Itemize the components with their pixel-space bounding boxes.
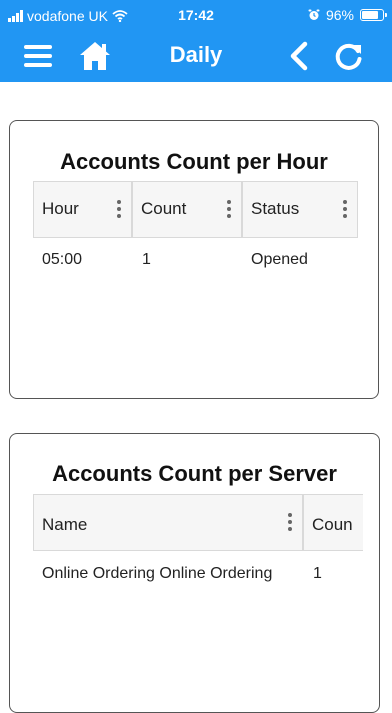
column-header-status[interactable]: Status xyxy=(243,182,358,237)
status-bar: vodafone UK 17:42 96% xyxy=(0,0,392,30)
column-header-label: Count xyxy=(141,199,187,218)
battery-percent: 96% xyxy=(325,7,354,23)
battery-icon xyxy=(360,9,387,21)
column-header-count[interactable]: Coun xyxy=(304,495,363,550)
column-menu-icon[interactable] xyxy=(343,200,347,220)
cell-hour: 05:00 xyxy=(42,251,83,268)
hour-grid-header: Hour Count Status xyxy=(33,181,358,238)
server-card-title: Accounts Count per Server xyxy=(52,461,337,486)
column-header-label: Name xyxy=(42,515,88,534)
hour-card: Accounts Count per Hour Hour Count Statu… xyxy=(9,120,379,399)
column-header-name[interactable]: Name xyxy=(33,495,304,550)
refresh-button[interactable] xyxy=(330,38,368,74)
cell-count: 1 xyxy=(313,565,322,582)
table-row[interactable]: Online Ordering Online Ordering 1 xyxy=(33,565,363,589)
column-header-label: Status xyxy=(251,199,300,218)
column-menu-icon[interactable] xyxy=(117,200,121,220)
column-header-label: Coun xyxy=(312,515,353,534)
cell-name: Online Ordering Online Ordering xyxy=(42,565,273,582)
table-row[interactable]: 05:00 1 Opened xyxy=(33,251,358,275)
server-grid-header: Name Coun xyxy=(33,494,363,551)
server-card: Accounts Count per Server Name Coun Onli… xyxy=(9,433,380,713)
back-button[interactable] xyxy=(280,38,318,74)
column-header-label: Hour xyxy=(42,199,79,218)
app-bar: Daily xyxy=(0,30,392,82)
hour-card-title: Accounts Count per Hour xyxy=(60,149,328,174)
cell-status: Opened xyxy=(251,251,308,268)
back-icon xyxy=(290,41,308,71)
status-right: 96% xyxy=(308,7,387,23)
column-header-hour[interactable]: Hour xyxy=(33,182,133,237)
column-menu-icon[interactable] xyxy=(227,200,231,220)
column-header-count[interactable]: Count xyxy=(133,182,243,237)
column-menu-icon[interactable] xyxy=(288,513,292,533)
alarm-icon xyxy=(308,9,320,20)
cell-count: 1 xyxy=(142,251,151,268)
refresh-icon xyxy=(335,43,362,70)
